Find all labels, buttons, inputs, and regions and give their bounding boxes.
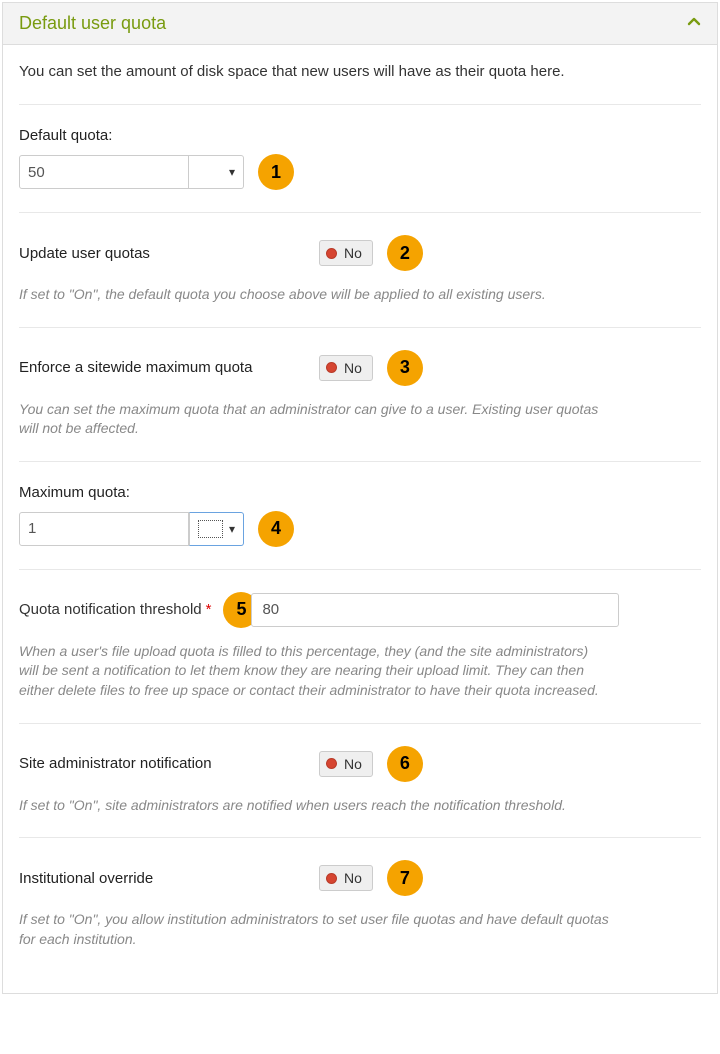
enforce-max-label: Enforce a sitewide maximum quota [19,359,319,376]
max-quota-label: Maximum quota: [19,484,701,501]
update-quotas-section: Update user quotas No 2 If set to "On", … [19,213,701,327]
toggle-off-icon [326,758,337,769]
toggle-off-icon [326,873,337,884]
inst-override-section: Institutional override No 7 If set to "O… [19,838,701,971]
select-focus-indicator [198,520,223,538]
inst-override-label: Institutional override [19,870,319,887]
admin-notif-help: If set to "On", site administrators are … [19,796,609,816]
inst-override-help: If set to "On", you allow institution ad… [19,910,609,949]
default-quota-section: Default quota: ▾ 1 [19,105,701,212]
toggle-text: No [344,756,362,772]
update-quotas-toggle[interactable]: No [319,240,373,266]
inst-override-toggle[interactable]: No [319,865,373,891]
threshold-input[interactable] [251,593,619,627]
update-quotas-help: If set to "On", the default quota you ch… [19,285,609,305]
toggle-off-icon [326,248,337,259]
required-asterisk: * [206,601,212,618]
default-quota-input[interactable] [19,155,189,189]
panel-body: You can set the amount of disk space tha… [3,45,717,993]
max-quota-input[interactable] [19,512,189,546]
default-quota-label: Default quota: [19,127,701,144]
admin-notif-label: Site administrator notification [19,755,319,772]
enforce-max-help: You can set the maximum quota that an ad… [19,400,609,439]
admin-notif-section: Site administrator notification No 6 If … [19,724,701,838]
update-quotas-label: Update user quotas [19,245,319,262]
max-quota-section: Maximum quota: ▾ 4 [19,462,701,569]
default-user-quota-panel: Default user quota You can set the amoun… [2,2,718,994]
callout-badge-1: 1 [258,154,294,190]
toggle-text: No [344,245,362,261]
callout-badge-2: 2 [387,235,423,271]
intro-text: You can set the amount of disk space tha… [19,63,701,80]
toggle-off-icon [326,362,337,373]
callout-badge-6: 6 [387,746,423,782]
threshold-help: When a user's file upload quota is fille… [19,642,609,701]
threshold-label: Quota notification threshold [19,601,202,618]
panel-title: Default user quota [19,13,166,34]
panel-header[interactable]: Default user quota [3,3,717,45]
threshold-section: Quota notification threshold * 5 When a … [19,570,701,723]
callout-badge-7: 7 [387,860,423,896]
admin-notif-toggle[interactable]: No [319,751,373,777]
default-quota-unit-select[interactable]: ▾ [189,155,244,189]
enforce-max-toggle[interactable]: No [319,355,373,381]
toggle-text: No [344,360,362,376]
callout-badge-3: 3 [387,350,423,386]
callout-badge-4: 4 [258,511,294,547]
max-quota-unit-select[interactable]: ▾ [189,512,244,546]
chevron-up-icon[interactable] [687,15,701,32]
toggle-text: No [344,870,362,886]
enforce-max-section: Enforce a sitewide maximum quota No 3 Yo… [19,328,701,461]
